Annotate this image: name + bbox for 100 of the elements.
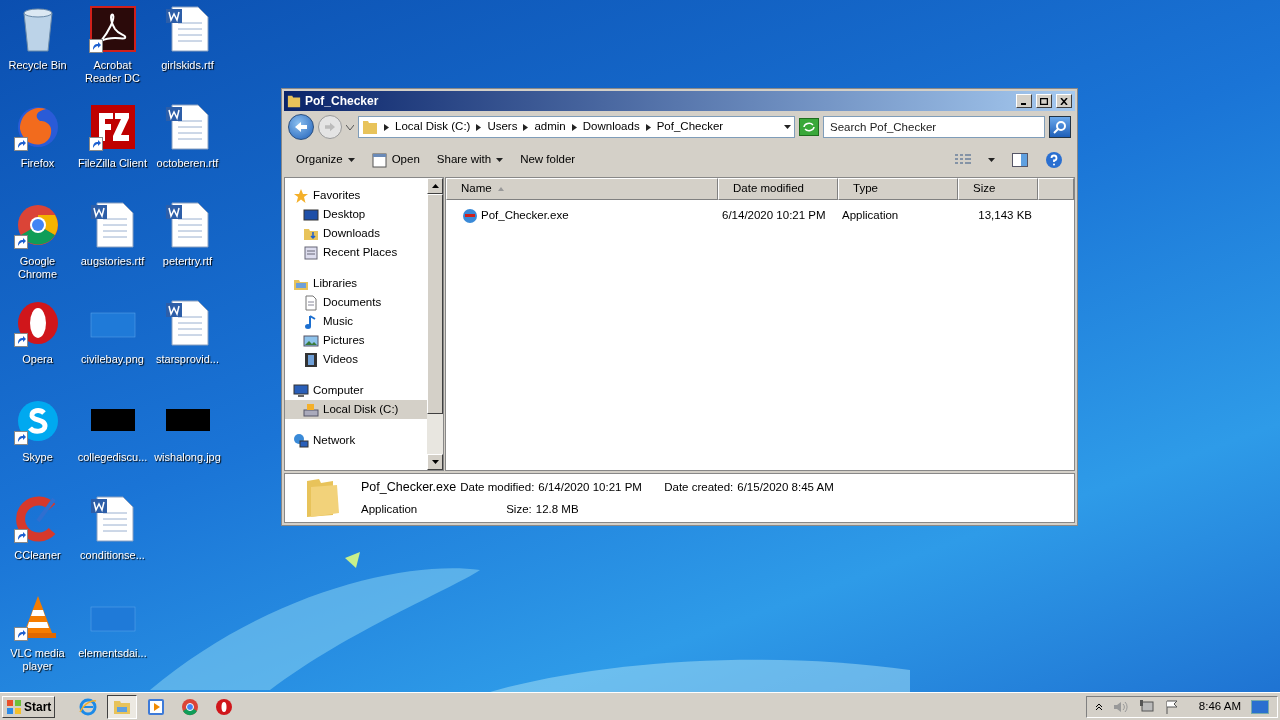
history-caret-icon[interactable]: [346, 124, 354, 130]
desktop-icon-label[interactable]: starsprovid...: [150, 353, 225, 366]
desktop-icon-label[interactable]: Firefox: [0, 157, 75, 170]
desktop-icon: [303, 206, 319, 223]
detail-label: Date modified:: [460, 480, 535, 495]
detail-label: Date created:: [664, 480, 734, 495]
app-icon: [462, 208, 478, 224]
recent-places-icon: [303, 244, 319, 261]
network-icon: [293, 432, 309, 449]
nav-item[interactable]: Documents: [285, 293, 427, 312]
column-header[interactable]: Date modified: [718, 178, 838, 200]
column-header[interactable]: Name: [446, 178, 718, 200]
desktop-icon-label[interactable]: VLC media player: [0, 647, 75, 673]
nav-item[interactable]: Videos: [285, 350, 427, 369]
nav-item[interactable]: Downloads: [285, 224, 427, 243]
type-cell-text: Application: [841, 208, 900, 224]
address-bar[interactable]: Local Disk (C:) Users admin Downloads Pof_Checker: [358, 116, 795, 138]
toolbar-button[interactable]: New folder: [520, 151, 576, 169]
window-title: Pof_Checker: [305, 93, 380, 110]
close-button[interactable]: [1056, 94, 1072, 108]
maximize-button[interactable]: [1036, 94, 1052, 108]
breadcrumb-item[interactable]: Users: [487, 118, 518, 136]
back-arrow-icon: [294, 121, 308, 133]
help-icon[interactable]: [1045, 151, 1063, 169]
detail-value: 6/15/2020 8:45 AM: [737, 480, 834, 495]
desktop-icon-label[interactable]: CCleaner: [0, 549, 75, 562]
detail-value: 6/14/2020 10:21 PM: [538, 480, 642, 495]
breadcrumb-item[interactable]: admin: [534, 118, 566, 136]
open-icon: [371, 152, 387, 168]
column-header[interactable]: Size: [958, 178, 1038, 200]
file-name[interactable]: Pof_Checker.exe: [446, 207, 718, 225]
desktop-icon-label[interactable]: FileZilla Client: [75, 157, 150, 170]
flag-icon[interactable]: [1164, 699, 1179, 714]
chevron-icon[interactable]: [384, 123, 389, 131]
pictures-icon: [303, 332, 319, 349]
chrome-icon: [181, 697, 200, 716]
caret-icon: [496, 158, 504, 162]
desktop-icon-label[interactable]: Opera: [0, 353, 75, 366]
refresh-button[interactable]: [799, 118, 819, 136]
back-button[interactable]: [288, 114, 314, 140]
column-header[interactable]: Type: [838, 178, 958, 200]
chevron-icon[interactable]: [645, 123, 651, 131]
address-caret-icon: [784, 125, 791, 129]
taskbar-button[interactable]: [107, 694, 138, 719]
scroll-up-icon[interactable]: [431, 184, 439, 188]
show-desktop-icon[interactable]: [1251, 699, 1269, 714]
star-icon: [293, 187, 309, 204]
desktop-icon-label[interactable]: Acrobat Reader DC: [75, 59, 150, 85]
desktop-icon-label[interactable]: elementsdai...: [75, 647, 150, 660]
close-icon: [1060, 97, 1068, 105]
nav-item[interactable]: Pictures: [285, 331, 427, 350]
view-caret-icon: [988, 158, 995, 162]
document-icon: [163, 103, 212, 151]
desktop-icon-label[interactable]: wishalong.jpg: [150, 451, 225, 464]
minimize-button[interactable]: [1016, 94, 1032, 108]
toolbar-button[interactable]: Share with: [436, 151, 504, 169]
desktop-icon-label[interactable]: girlskids.rtf: [150, 59, 225, 72]
desktop-icon-label[interactable]: octoberen.rtf: [150, 157, 225, 170]
nav-item[interactable]: Local Disk (C:): [285, 400, 427, 419]
breadcrumb-item[interactable]: Local Disk (C:): [395, 118, 471, 136]
toolbar-button[interactable]: Organize: [296, 151, 355, 169]
chevron-icon[interactable]: [523, 123, 529, 131]
desktop-icon-label[interactable]: petertry.rtf: [150, 255, 225, 268]
nav-item[interactable]: Music: [285, 312, 427, 331]
refresh-icon: [803, 122, 815, 132]
forward-arrow-icon: [324, 122, 336, 132]
scroll-down-icon[interactable]: [431, 460, 439, 464]
document-icon: [88, 201, 137, 249]
scrollbar[interactable]: [427, 178, 443, 470]
size-cell-text: 13,143 KB: [977, 208, 1033, 224]
nav-item[interactable]: Network: [285, 431, 427, 450]
date-modified-cell-text: 6/14/2020 10:21 PM: [721, 208, 827, 224]
preview-pane-icon[interactable]: [1012, 153, 1028, 167]
desktop-icon-label[interactable]: Recycle Bin: [0, 59, 75, 72]
file-type: Application: [361, 501, 419, 517]
disk-drive-icon: [303, 401, 319, 418]
network-icon[interactable]: [1138, 699, 1155, 714]
desktop-icon-label[interactable]: conditionse...: [75, 549, 150, 562]
nav-item[interactable]: Desktop: [285, 205, 427, 224]
start-button[interactable]: Start: [2, 695, 56, 718]
toolbar-button[interactable]: Open: [371, 151, 420, 169]
breadcrumb-item[interactable]: Pof_Checker: [656, 118, 724, 136]
desktop-icon-label[interactable]: Skype: [0, 451, 75, 464]
breadcrumb-item[interactable]: Downloads: [582, 118, 640, 136]
nav-item[interactable]: Favorites: [285, 186, 427, 205]
nav-item[interactable]: Recent Places: [285, 243, 427, 262]
search-button[interactable]: [1049, 116, 1071, 138]
chevron-icon[interactable]: [571, 123, 577, 131]
desktop-icon-label[interactable]: collegediscu...: [75, 451, 150, 464]
desktop-icon-label[interactable]: Google Chrome: [0, 255, 75, 281]
nav-item[interactable]: Libraries: [285, 274, 427, 293]
clock[interactable]: 8:46 AM: [1198, 697, 1241, 716]
search-field[interactable]: Search Pof_Checker: [823, 116, 1045, 138]
desktop-icon-label[interactable]: augstories.rtf: [75, 255, 150, 268]
detail-label: Size:: [506, 501, 532, 517]
nav-item[interactable]: Computer: [285, 381, 427, 400]
search-icon: [1053, 120, 1067, 134]
chevron-icon[interactable]: [476, 123, 482, 131]
desktop-icon-label[interactable]: civilebay.png: [75, 353, 150, 366]
chevron-up-icon[interactable]: [1094, 702, 1103, 711]
